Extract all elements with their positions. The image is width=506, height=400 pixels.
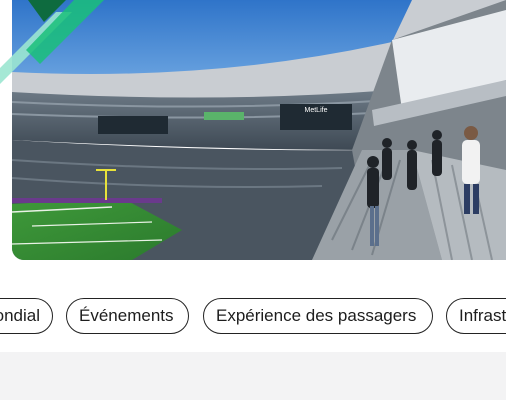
tag-mondial[interactable]: Mondial <box>0 298 53 334</box>
stadium-photo-graphic: MetLife <box>12 0 506 260</box>
article-card: MetLife ndial Événements Expérience des … <box>0 0 506 352</box>
tag-experience-passagers[interactable]: Expérience des passagers <box>203 298 433 334</box>
scoreboard-text: MetLife <box>305 107 328 114</box>
tag-list: Mondial Événements Expérience des passag… <box>0 298 506 338</box>
tag-infrastructures[interactable]: Infrastructures <box>446 298 506 334</box>
tag-evenements[interactable]: Événements <box>66 298 189 334</box>
stadium-photo[interactable]: MetLife <box>12 0 506 260</box>
